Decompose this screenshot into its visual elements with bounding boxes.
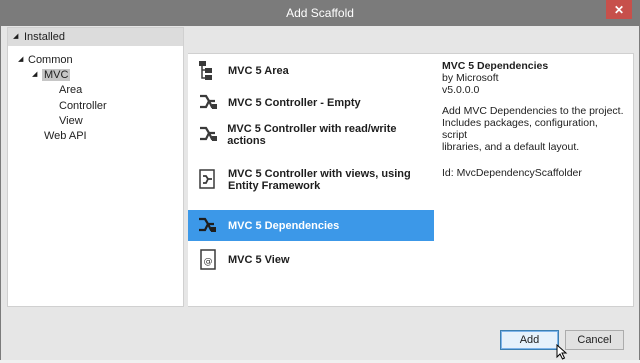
installed-header[interactable]: ◢ Installed (8, 28, 183, 46)
close-icon: ✕ (613, 2, 625, 17)
dialog-body: ◢ Installed ◢ Common ◢ MVC Area Controll… (0, 26, 640, 360)
details-panel: MVC 5 Dependencies by Microsoft v5.0.0.0… (434, 53, 634, 307)
category-panel: ◢ Installed ◢ Common ◢ MVC Area Controll… (7, 27, 184, 307)
tree-item-controller[interactable]: Controller (59, 99, 107, 113)
collapse-triangle-icon: ◢ (13, 33, 19, 40)
window-title: Add Scaffold (286, 6, 354, 20)
scaffold-list: MVC 5 Area MVC 5 Controller - Empty MVC … (188, 53, 434, 307)
scaffold-item-mvc5-controller-readwrite[interactable]: MVC 5 Controller with read/write actions (188, 120, 434, 150)
details-version: v5.0.0.0 (442, 84, 480, 96)
tree-item-common[interactable]: ◢ Common (18, 53, 73, 67)
dependencies-icon (188, 215, 228, 237)
details-author: by Microsoft (442, 72, 499, 84)
details-description-line: Add MVC Dependencies to the project. (442, 105, 624, 117)
tree-item-view[interactable]: View (59, 114, 83, 128)
scaffold-item-mvc5-view[interactable]: @ MVC 5 View (188, 244, 434, 276)
collapse-triangle-icon: ◢ (32, 71, 38, 78)
scaffold-item-mvc5-dependencies[interactable]: MVC 5 Dependencies (188, 210, 434, 241)
cancel-button[interactable]: Cancel (565, 330, 624, 350)
details-id: Id: MvcDependencyScaffolder (442, 167, 582, 179)
view-icon: @ (188, 248, 228, 272)
tree-item-mvc[interactable]: ◢ MVC (32, 68, 71, 82)
collapse-triangle-icon: ◢ (18, 56, 24, 63)
add-button[interactable]: Add (500, 330, 559, 350)
mouse-cursor-icon (556, 343, 568, 363)
tree-item-area[interactable]: Area (59, 83, 82, 97)
area-icon (188, 60, 228, 82)
scaffold-item-mvc5-area[interactable]: MVC 5 Area (188, 56, 434, 86)
controller-icon (188, 92, 228, 114)
svg-text:@: @ (204, 257, 213, 267)
controller-icon (188, 124, 227, 146)
details-name: MVC 5 Dependencies (442, 60, 549, 72)
details-description-line: Includes packages, configuration, script (442, 117, 598, 141)
title-bar: Add Scaffold ✕ (0, 0, 640, 26)
controller-view-icon (188, 168, 228, 192)
scaffold-item-mvc5-controller-empty[interactable]: MVC 5 Controller - Empty (188, 88, 434, 118)
details-description-line: libraries, and a default layout. (442, 141, 580, 153)
scaffold-item-mvc5-controller-ef[interactable]: MVC 5 Controller with views, using Entit… (188, 152, 434, 208)
close-button[interactable]: ✕ (606, 0, 632, 19)
tree-item-web-api[interactable]: Web API (44, 129, 87, 143)
